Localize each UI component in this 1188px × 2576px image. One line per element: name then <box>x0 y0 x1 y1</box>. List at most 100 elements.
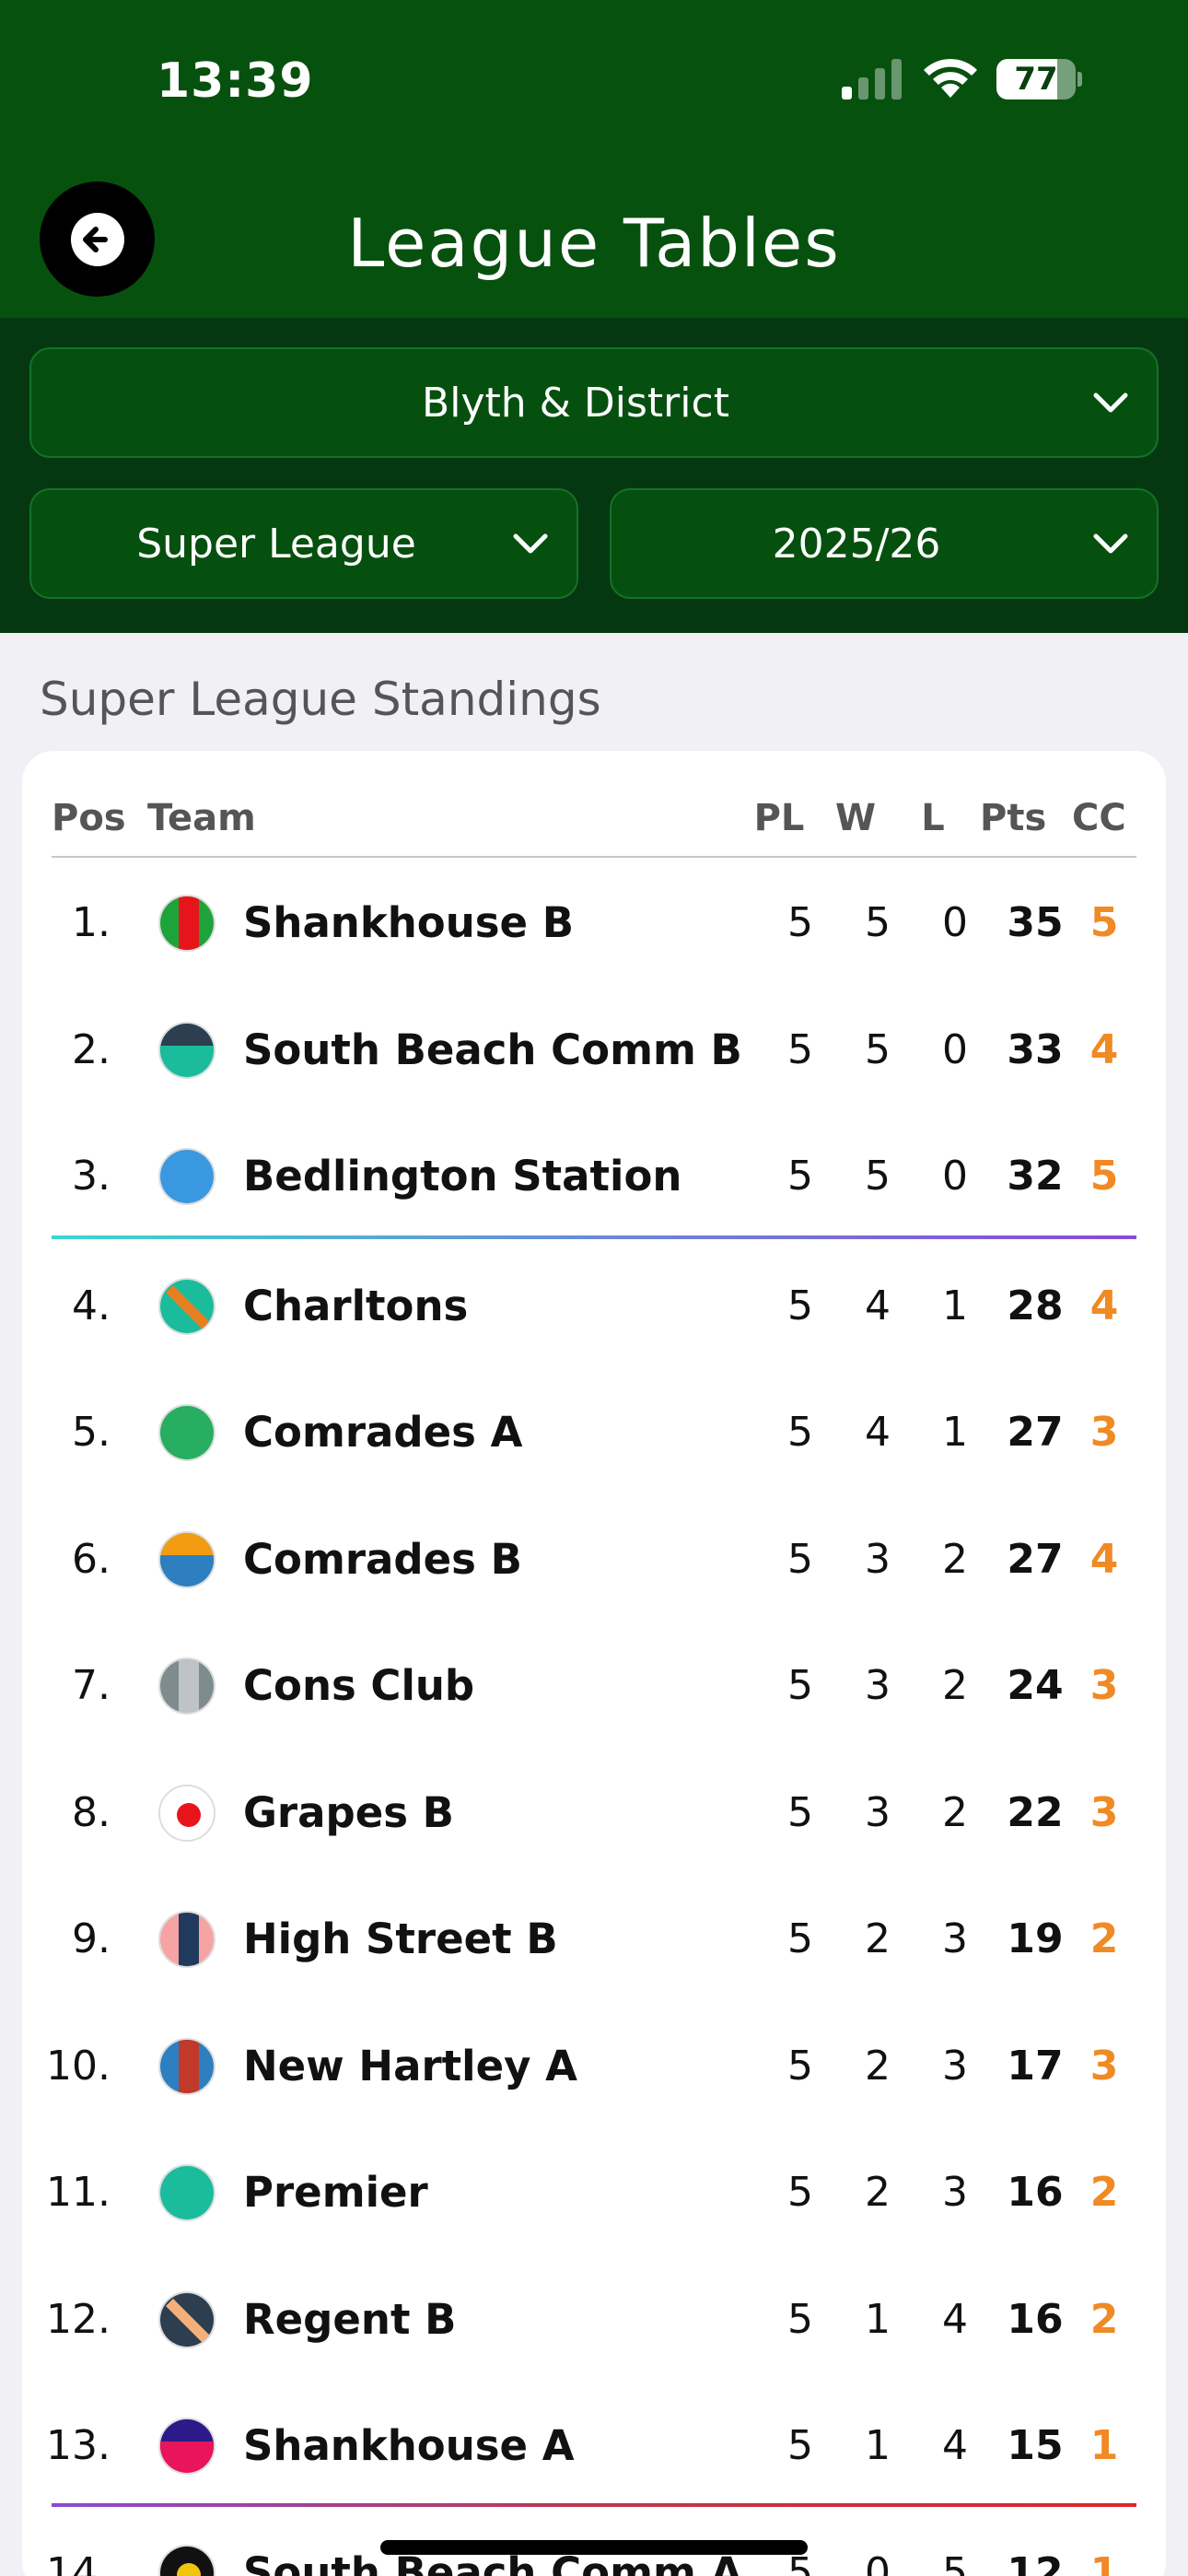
played-cell: 5 <box>787 1282 813 1329</box>
won-cell: 5 <box>865 1153 891 1200</box>
table-row[interactable]: 7. Cons Club 5 3 2 24 3 <box>22 1622 1166 1749</box>
position-cell: 5. <box>72 1409 111 1456</box>
cc-cell: 2 <box>1089 2169 1119 2216</box>
won-cell: 5 <box>865 899 891 946</box>
team-name-cell: High Street B <box>243 1914 558 1963</box>
cc-cell: 2 <box>1089 2295 1119 2343</box>
column-header-l: L <box>921 797 945 839</box>
cc-cell: 2 <box>1089 1915 1119 1962</box>
won-cell: 4 <box>865 1409 891 1456</box>
promotion-line <box>52 1235 1136 1239</box>
played-cell: 5 <box>787 899 813 946</box>
column-header-team: Team <box>147 797 256 839</box>
team-name-cell: Shankhouse A <box>243 2421 575 2470</box>
team-name-cell: Cons Club <box>243 1661 475 1710</box>
association-label: Blyth & District <box>422 379 729 427</box>
column-header-cc: CC <box>1072 797 1126 839</box>
team-name-cell: Grapes B <box>243 1787 454 1837</box>
table-row[interactable]: 13. Shankhouse A 5 1 4 15 1 <box>22 2383 1166 2509</box>
played-cell: 5 <box>787 1409 813 1456</box>
played-cell: 5 <box>787 2422 813 2469</box>
cc-cell: 4 <box>1089 1025 1119 1073</box>
cc-cell: 3 <box>1089 1662 1119 1709</box>
played-cell: 5 <box>787 1535 813 1583</box>
team-badge-icon <box>158 2544 215 2576</box>
team-badge-icon <box>158 1148 215 1205</box>
won-cell: 3 <box>865 1535 891 1583</box>
cc-cell: 4 <box>1089 1282 1119 1329</box>
wifi-icon <box>924 58 977 98</box>
table-row[interactable]: 11. Premier 5 2 3 16 2 <box>22 2129 1166 2255</box>
cc-cell: 3 <box>1089 2042 1119 2090</box>
team-name-cell: Bedlington Station <box>243 1152 682 1200</box>
cc-cell: 4 <box>1089 1535 1119 1583</box>
team-name-cell: Shankhouse B <box>243 898 575 947</box>
position-cell: 8. <box>72 1788 111 1836</box>
battery-icon: 77 <box>996 59 1082 100</box>
page-title: League Tables <box>347 205 841 282</box>
table-row[interactable]: 10. New Hartley A 5 2 3 17 3 <box>22 2003 1166 2129</box>
table-row[interactable]: 3. Bedlington Station 5 5 0 32 5 <box>22 1113 1166 1239</box>
league-dropdown[interactable]: Super League <box>29 488 578 599</box>
table-row[interactable]: 4. Charltons 5 4 1 28 4 <box>22 1243 1166 1369</box>
position-cell: 14. <box>46 2548 111 2576</box>
position-cell: 10. <box>46 2042 111 2090</box>
team-badge-icon <box>158 1277 215 1335</box>
team-badge-icon <box>158 1657 215 1715</box>
column-header-pl: PL <box>753 797 805 839</box>
home-indicator[interactable] <box>380 2540 808 2555</box>
won-cell: 0 <box>865 2548 891 2576</box>
position-cell: 12. <box>46 2295 111 2343</box>
team-badge-icon <box>158 2037 215 2095</box>
won-cell: 2 <box>865 1915 891 1962</box>
won-cell: 4 <box>865 1282 891 1329</box>
table-row[interactable]: 1. Shankhouse B 5 5 0 35 5 <box>22 860 1166 986</box>
played-cell: 5 <box>787 2295 813 2343</box>
won-cell: 5 <box>865 1025 891 1073</box>
played-cell: 5 <box>787 1915 813 1962</box>
position-cell: 2. <box>72 1025 111 1073</box>
table-row[interactable]: 8. Grapes B 5 3 2 22 3 <box>22 1750 1166 1876</box>
position-cell: 3. <box>72 1153 111 1200</box>
won-cell: 1 <box>865 2295 891 2343</box>
team-name-cell: South Beach Comm B <box>243 1025 742 1074</box>
position-cell: 13. <box>46 2422 111 2469</box>
team-name-cell: Regent B <box>243 2294 457 2344</box>
table-row[interactable]: 2. South Beach Comm B 5 5 0 33 4 <box>22 987 1166 1113</box>
team-name-cell: Comrades B <box>243 1534 522 1584</box>
column-header-pos: Pos <box>52 797 126 839</box>
cc-cell: 3 <box>1089 1788 1119 1836</box>
team-name-cell: Comrades A <box>243 1408 523 1457</box>
table-row[interactable]: 6. Comrades B 5 3 2 27 4 <box>22 1496 1166 1622</box>
season-dropdown[interactable]: 2025/26 <box>610 488 1159 599</box>
won-cell: 3 <box>865 1662 891 1709</box>
section-title: Super League Standings <box>40 673 601 726</box>
chevron-down-icon <box>1093 533 1128 554</box>
team-badge-icon <box>158 1021 215 1079</box>
position-cell: 4. <box>72 1282 111 1329</box>
cc-cell: 5 <box>1089 1153 1119 1200</box>
season-label: 2025/26 <box>772 520 941 568</box>
position-cell: 6. <box>72 1535 111 1583</box>
table-row[interactable]: 5. Comrades A 5 4 1 27 3 <box>22 1369 1166 1495</box>
relegation-line <box>52 2503 1136 2507</box>
won-cell: 3 <box>865 1788 891 1836</box>
played-cell: 5 <box>787 1662 813 1709</box>
won-cell: 2 <box>865 2169 891 2216</box>
team-badge-icon <box>158 1911 215 1968</box>
position-cell: 7. <box>72 1662 111 1709</box>
cc-cell: 1 <box>1089 2422 1119 2469</box>
cc-cell: 3 <box>1089 1409 1119 1456</box>
table-row[interactable]: 9. High Street B 5 2 3 19 2 <box>22 1876 1166 2002</box>
won-cell: 1 <box>865 2422 891 2469</box>
column-header-w: W <box>834 797 877 839</box>
status-time: 13:39 <box>157 53 314 109</box>
team-name-cell: Premier <box>243 2168 428 2217</box>
team-badge-icon <box>158 1784 215 1842</box>
table-row[interactable]: 12. Regent B 5 1 4 16 2 <box>22 2256 1166 2383</box>
team-badge-icon <box>158 2164 215 2221</box>
battery-percent: 77 <box>1014 61 1058 98</box>
played-cell: 5 <box>787 2169 813 2216</box>
association-dropdown[interactable]: Blyth & District <box>29 347 1159 458</box>
team-badge-icon <box>158 1530 215 1588</box>
